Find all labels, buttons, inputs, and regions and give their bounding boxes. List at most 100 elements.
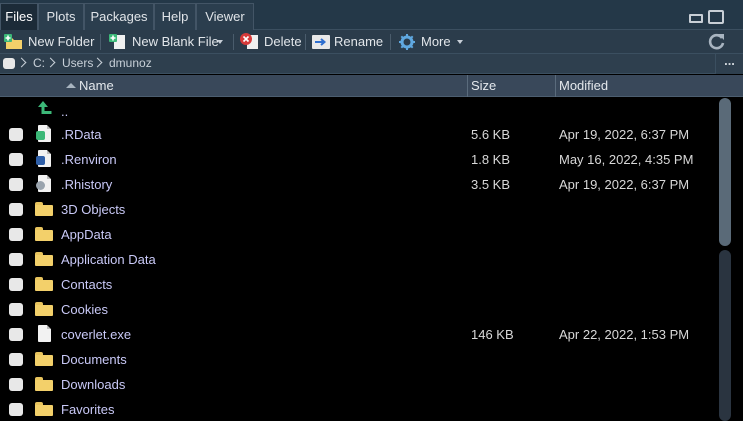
- breadcrumb-item-drive[interactable]: C:: [33, 54, 45, 74]
- file-name-link[interactable]: 3D Objects: [61, 197, 125, 222]
- minimize-pane-icon[interactable]: [688, 10, 704, 24]
- delete-button[interactable]: Delete: [240, 30, 302, 54]
- select-all-checkbox[interactable]: [3, 58, 15, 69]
- more-label: More: [421, 34, 451, 49]
- file-list-header: Name Size Modified: [0, 75, 743, 97]
- file-size: 146 KB: [471, 327, 514, 342]
- chevron-right-icon: [16, 57, 27, 68]
- row-checkbox[interactable]: [9, 403, 23, 416]
- tab-viewer[interactable]: Viewer: [196, 3, 254, 30]
- new-folder-icon: [4, 34, 22, 49]
- scrollbar-track[interactable]: [719, 250, 731, 421]
- rename-button[interactable]: Rename: [312, 30, 384, 54]
- file-name-link[interactable]: Favorites: [61, 397, 114, 421]
- tab-packages[interactable]: Packages: [84, 3, 154, 30]
- chevron-right-icon: [45, 57, 56, 68]
- toolbar-divider: [100, 34, 101, 50]
- more-button[interactable]: More: [399, 30, 467, 54]
- folder-icon: [35, 352, 53, 366]
- file-name-link[interactable]: Contacts: [61, 272, 112, 297]
- table-row[interactable]: .Rhistory 3.5 KB Apr 19, 2022, 6:37 PM: [0, 172, 718, 197]
- table-row[interactable]: coverlet.exe 146 KB Apr 22, 2022, 1:53 P…: [0, 322, 718, 347]
- folder-icon: [35, 302, 53, 316]
- tab-help[interactable]: Help: [154, 3, 196, 30]
- row-checkbox[interactable]: [9, 128, 23, 141]
- file-name-link[interactable]: Cookies: [61, 297, 108, 322]
- header-spacer: [0, 75, 60, 97]
- table-row[interactable]: Application Data: [0, 247, 718, 272]
- row-checkbox[interactable]: [9, 228, 23, 241]
- folder-icon: [35, 377, 53, 391]
- row-checkbox[interactable]: [9, 353, 23, 366]
- parent-directory-row[interactable]: ..: [0, 97, 718, 122]
- files-toolbar: New Folder New Blank File Delete Rename: [0, 30, 743, 54]
- file-modified: Apr 19, 2022, 6:37 PM: [559, 127, 690, 142]
- go-to-directory-button[interactable]: ...: [715, 54, 743, 74]
- table-row[interactable]: Favorites: [0, 397, 718, 421]
- table-row[interactable]: .RData 5.6 KB Apr 19, 2022, 6:37 PM: [0, 122, 718, 147]
- row-checkbox[interactable]: [9, 328, 23, 341]
- row-checkbox[interactable]: [9, 378, 23, 391]
- table-row[interactable]: Documents: [0, 347, 718, 372]
- refresh-icon[interactable]: [708, 33, 726, 51]
- row-checkbox[interactable]: [9, 178, 23, 191]
- file-name-link[interactable]: Downloads: [61, 372, 125, 397]
- folder-icon: [35, 227, 53, 241]
- sort-ascending-icon: [66, 83, 76, 88]
- file-list: .. .RData 5.6 KB Apr 19, 2022, 6:37 PM .…: [0, 97, 718, 421]
- new-blank-file-button[interactable]: New Blank File: [109, 30, 231, 54]
- toolbar-divider: [305, 34, 306, 50]
- rename-label: Rename: [334, 34, 384, 49]
- chevron-down-icon: [457, 40, 463, 44]
- breadcrumb-item-users[interactable]: Users: [62, 54, 93, 74]
- table-row[interactable]: 3D Objects: [0, 197, 718, 222]
- tab-files[interactable]: Files: [0, 3, 38, 30]
- toolbar-divider: [390, 34, 391, 50]
- scrollbar-thumb[interactable]: [719, 98, 731, 246]
- row-checkbox[interactable]: [9, 253, 23, 266]
- file-name-link[interactable]: .Renviron: [61, 147, 117, 172]
- file-name-link[interactable]: AppData: [61, 222, 112, 247]
- new-folder-label: New Folder: [28, 34, 95, 49]
- new-folder-button[interactable]: New Folder: [4, 30, 95, 54]
- table-row[interactable]: .Renviron 1.8 KB May 16, 2022, 4:35 PM: [0, 147, 718, 172]
- file-name-link[interactable]: Documents: [61, 347, 127, 372]
- folder-icon: [35, 202, 53, 216]
- rdata-badge-icon: [36, 131, 45, 140]
- pane-tab-bar: Files Plots Packages Help Viewer: [0, 0, 743, 30]
- clock-icon: [36, 181, 45, 190]
- column-header-size[interactable]: Size: [467, 75, 555, 97]
- file-name-link[interactable]: Application Data: [61, 247, 156, 272]
- table-row[interactable]: Downloads: [0, 372, 718, 397]
- folder-icon: [35, 277, 53, 291]
- breadcrumb: C: Users dmunoz: [0, 54, 743, 74]
- chevron-down-icon: [217, 40, 223, 44]
- file-name-link[interactable]: coverlet.exe: [61, 322, 131, 347]
- row-checkbox[interactable]: [9, 278, 23, 291]
- tab-plots[interactable]: Plots: [38, 3, 84, 30]
- parent-directory-link[interactable]: ..: [61, 99, 68, 124]
- row-checkbox[interactable]: [9, 203, 23, 216]
- go-up-icon: [38, 101, 52, 114]
- rename-icon: [312, 35, 330, 49]
- file-name-link[interactable]: .RData: [61, 122, 101, 147]
- breadcrumb-item-current[interactable]: dmunoz: [109, 54, 152, 74]
- file-size: 3.5 KB: [471, 177, 511, 192]
- table-row[interactable]: AppData: [0, 222, 718, 247]
- toolbar-divider: [233, 34, 234, 50]
- table-row[interactable]: Contacts: [0, 272, 718, 297]
- chevron-right-icon: [92, 57, 103, 68]
- file-size: 5.6 KB: [471, 127, 511, 142]
- folder-icon: [35, 252, 53, 266]
- gear-icon: [399, 34, 415, 50]
- delete-icon: [240, 33, 258, 49]
- row-checkbox[interactable]: [9, 303, 23, 316]
- folder-icon: [35, 402, 53, 416]
- table-row[interactable]: Cookies: [0, 297, 718, 322]
- maximize-pane-icon[interactable]: [708, 10, 724, 24]
- column-header-name[interactable]: Name: [76, 75, 466, 97]
- file-modified: Apr 19, 2022, 6:37 PM: [559, 177, 690, 192]
- column-header-modified[interactable]: Modified: [555, 75, 743, 97]
- row-checkbox[interactable]: [9, 153, 23, 166]
- file-name-link[interactable]: .Rhistory: [61, 172, 112, 197]
